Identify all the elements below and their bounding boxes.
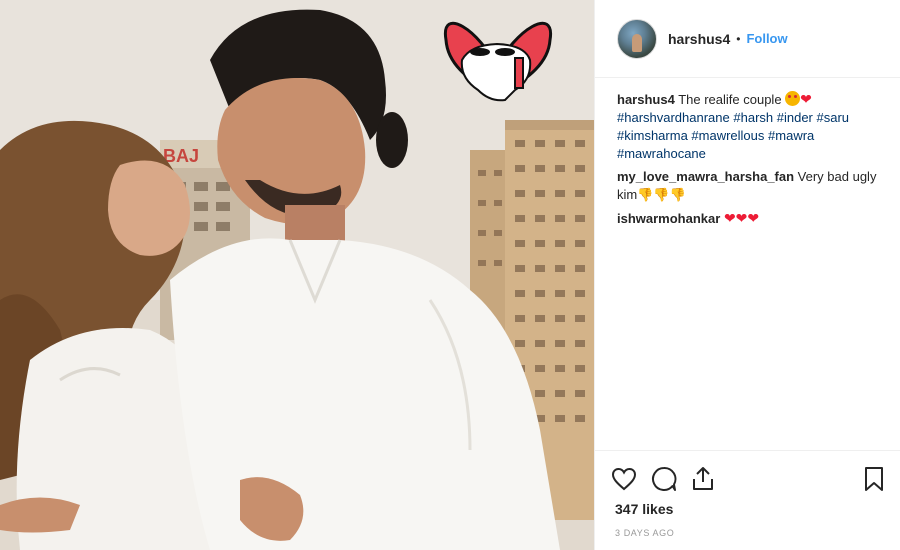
comment-bubble-icon[interactable] — [651, 459, 691, 499]
hashtag-link[interactable]: #saru — [817, 110, 850, 125]
caption: harshus4 The realife couple ❤ #harshvard… — [617, 90, 882, 163]
comment-username[interactable]: my_love_mawra_harsha_fan — [617, 169, 794, 184]
thumbs-down-emoji-icon: 👎👎👎 — [637, 187, 686, 202]
post-photo[interactable]: BAJ — [0, 0, 594, 550]
bookmark-icon[interactable] — [845, 459, 885, 499]
heart-eyes-emoji-icon — [785, 91, 801, 106]
action-icons — [611, 459, 885, 499]
share-icon[interactable] — [691, 459, 731, 499]
hashtag-link[interactable]: #harsh — [733, 110, 773, 125]
post-header: harshus4 • Follow — [595, 0, 900, 78]
hashtag-link[interactable]: #mawrahocane — [617, 146, 706, 161]
heart-emoji-icon: ❤ — [800, 91, 812, 107]
header-separator: • — [736, 31, 741, 46]
hashtag-link[interactable]: #mawra — [768, 128, 814, 143]
comments-list: harshus4 The realife couple ❤ #harshvard… — [595, 78, 900, 228]
comment-item: ishwarmohankar ❤❤❤ — [617, 209, 882, 228]
photo-illustration: BAJ — [0, 0, 594, 550]
hashtag-link[interactable]: #harshvardhanrane — [617, 110, 730, 125]
header-username[interactable]: harshus4 — [668, 31, 730, 47]
comment-username[interactable]: ishwarmohankar — [617, 211, 720, 226]
post-timestamp: 3 DAYS AGO — [615, 528, 675, 538]
hashtag-link[interactable]: #kimsharma — [617, 128, 688, 143]
follow-button[interactable]: Follow — [746, 31, 787, 46]
caption-username[interactable]: harshus4 — [617, 92, 675, 107]
hashtag-link[interactable]: #inder — [777, 110, 813, 125]
likes-count[interactable]: 347 likes — [611, 501, 885, 517]
hashtag-link[interactable]: #mawrellous — [691, 128, 764, 143]
heart-outline-icon[interactable] — [611, 459, 651, 499]
heart-emoji-icon: ❤❤❤ — [723, 210, 760, 226]
comment-item: my_love_mawra_harsha_fan Very bad ugly k… — [617, 168, 882, 204]
caption-text: The realife couple — [678, 92, 782, 107]
avatar[interactable] — [617, 18, 657, 59]
post-actions: 347 likes 3 DAYS AGO — [595, 450, 900, 538]
post-sidebar: harshus4 • Follow harshus4 The realife c… — [594, 0, 900, 550]
